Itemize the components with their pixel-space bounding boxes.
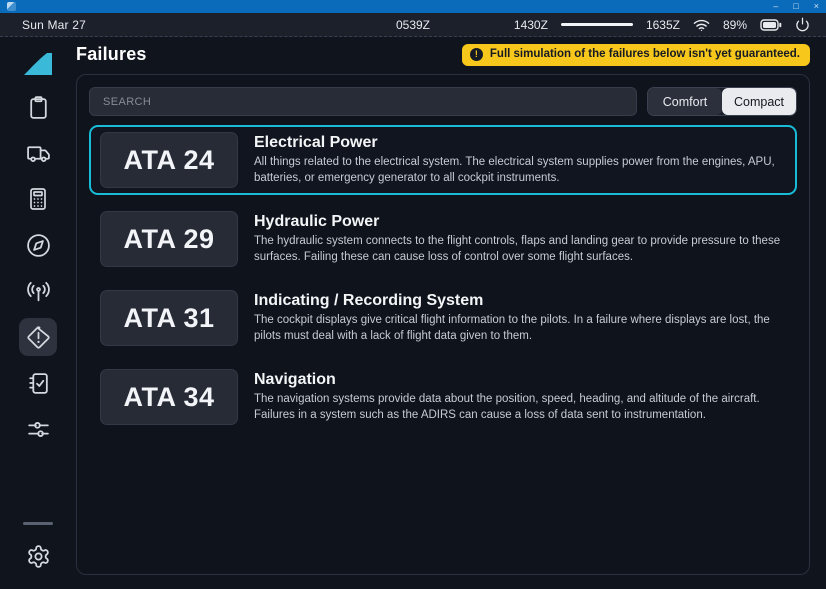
- alert-circle-icon: !: [470, 48, 483, 61]
- failure-card-title: Indicating / Recording System: [254, 292, 786, 310]
- battery-icon: [760, 19, 782, 31]
- sidebar-item-dispatch[interactable]: [19, 134, 57, 172]
- view-mode-toggle: Comfort Compact: [647, 87, 797, 116]
- failures-panel: Comfort Compact ATA 24 Electrical Power …: [76, 74, 810, 575]
- search-input[interactable]: [89, 87, 637, 116]
- clipboard-icon: [26, 95, 51, 120]
- sidebar-item-checklists[interactable]: [19, 364, 57, 402]
- wifi-icon: [693, 18, 710, 32]
- flight-progress-line: [561, 23, 633, 26]
- window-titlebar: – □ ×: [0, 0, 826, 13]
- failure-card-title: Navigation: [254, 371, 786, 389]
- failure-diamond-icon: [26, 325, 51, 350]
- truck-icon: [26, 141, 51, 166]
- sidebar-item-navigation[interactable]: [19, 226, 57, 264]
- sidebar-item-failures[interactable]: [19, 318, 57, 356]
- failure-card-description: The hydraulic system connects to the fli…: [254, 234, 786, 265]
- failure-card-title: Hydraulic Power: [254, 213, 786, 231]
- calculator-icon: [26, 187, 50, 211]
- failure-card-description: The navigation systems provide data abou…: [254, 392, 786, 423]
- departure-time: 1430Z: [514, 18, 548, 32]
- failure-card-ata24[interactable]: ATA 24 Electrical Power All things relat…: [89, 125, 797, 195]
- failure-card-ata29[interactable]: ATA 29 Hydraulic Power The hydraulic sys…: [89, 204, 797, 274]
- view-comfort-button[interactable]: Comfort: [648, 88, 722, 115]
- radio-antenna-icon: [26, 279, 51, 304]
- failure-card-ata34[interactable]: ATA 34 Navigation The navigation systems…: [89, 362, 797, 432]
- sidebar-divider: [23, 522, 53, 525]
- failure-card-description: The cockpit displays give critical fligh…: [254, 313, 786, 344]
- failure-card-ata31[interactable]: ATA 31 Indicating / Recording System The…: [89, 283, 797, 353]
- window-app-icon: [7, 2, 16, 11]
- checklist-icon: [26, 371, 51, 396]
- flybywire-logo-icon: [23, 52, 53, 76]
- sidebar-item-dashboard[interactable]: [19, 88, 57, 126]
- gear-icon: [26, 544, 51, 569]
- statusbar-date: Sun Mar 27: [22, 18, 86, 32]
- sidebar-item-settings[interactable]: [19, 537, 57, 575]
- sliders-icon: [26, 417, 51, 442]
- ata-chapter-badge: ATA 24: [100, 132, 238, 188]
- window-maximize-button[interactable]: □: [793, 2, 798, 11]
- page-title: Failures: [76, 44, 147, 65]
- battery-percent: 89%: [723, 18, 747, 32]
- arrival-time: 1635Z: [646, 18, 680, 32]
- failure-card-description: All things related to the electrical sys…: [254, 155, 786, 186]
- sidebar-item-performance[interactable]: [19, 180, 57, 218]
- failure-card-title: Electrical Power: [254, 134, 786, 152]
- compass-icon: [26, 233, 51, 258]
- failure-category-list: ATA 24 Electrical Power All things relat…: [89, 125, 797, 432]
- window-close-button[interactable]: ×: [814, 2, 819, 11]
- power-icon[interactable]: [795, 17, 810, 32]
- ata-chapter-badge: ATA 29: [100, 211, 238, 267]
- statusbar-utc-time: 0539Z: [396, 18, 430, 32]
- sidebar: [0, 37, 76, 589]
- statusbar: Sun Mar 27 0539Z 1430Z 1635Z 89%: [0, 13, 826, 37]
- warning-banner: ! Full simulation of the failures below …: [462, 44, 810, 66]
- warning-text: Full simulation of the failures below is…: [490, 48, 800, 60]
- ata-chapter-badge: ATA 31: [100, 290, 238, 346]
- window-minimize-button[interactable]: –: [773, 2, 778, 11]
- view-compact-button[interactable]: Compact: [722, 88, 796, 115]
- ata-chapter-badge: ATA 34: [100, 369, 238, 425]
- sidebar-item-atc[interactable]: [19, 272, 57, 310]
- sidebar-item-presets[interactable]: [19, 410, 57, 448]
